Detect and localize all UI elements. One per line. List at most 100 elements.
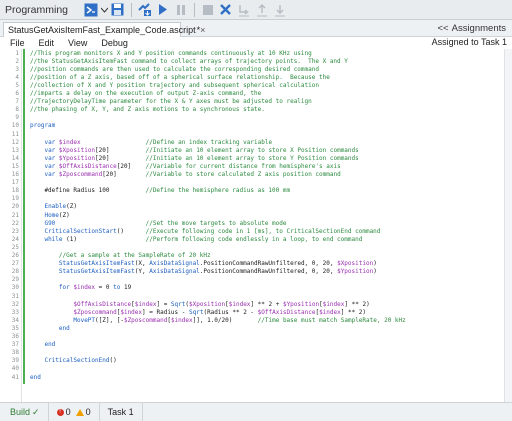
code-line[interactable]: 34 MovePT([Z], [-$Zposcommand[$index]], … <box>0 317 500 325</box>
code-line[interactable]: 31 <box>0 293 500 301</box>
code-line[interactable]: 3 //position commands are then used to ca… <box>0 66 500 74</box>
build-status[interactable]: Build ✓ <box>0 403 49 421</box>
code-line[interactable]: 2 //the StatusGetAxisItemFast command to … <box>0 58 500 66</box>
line-number: 2 <box>15 57 19 65</box>
code-line[interactable]: 12 var $index //Define an index tracking… <box>0 139 500 147</box>
step-in-icon[interactable] <box>235 2 252 18</box>
compile-icon[interactable] <box>82 2 99 18</box>
problems-summary[interactable]: ! 0 0 <box>49 403 100 421</box>
step-over-icon[interactable] <box>253 2 270 18</box>
line-number: 19 <box>11 195 19 203</box>
code-line[interactable]: 23 CriticalSectionStart() //Execute foll… <box>0 228 500 236</box>
step-out-icon[interactable] <box>271 2 288 18</box>
line-number: 18 <box>11 187 19 195</box>
line-text: //the phasing of X, Y, and Z axis motion… <box>30 106 265 114</box>
menu-debug[interactable]: Debug <box>87 38 128 48</box>
code-line[interactable]: 10 program <box>0 122 500 130</box>
toolbar-divider <box>194 2 195 17</box>
line-number: 14 <box>11 154 19 162</box>
menu-edit[interactable]: Edit <box>25 38 55 48</box>
line-text: CriticalSectionStart() //Execute followi… <box>44 227 381 235</box>
assignments-toggle[interactable]: << Assignments <box>438 23 507 34</box>
code-line[interactable]: 19 <box>0 195 500 203</box>
menu-file[interactable]: File <box>0 38 25 48</box>
code-line[interactable]: 28 StatusGetAxisItemFast(Y, AxisDataSign… <box>0 268 500 276</box>
code-line[interactable]: 9 <box>0 114 500 122</box>
code-line[interactable]: 37 end <box>0 341 500 349</box>
line-number: 32 <box>11 300 19 308</box>
error-icon: ! <box>56 408 64 416</box>
save-icon[interactable] <box>109 2 126 18</box>
line-number: 39 <box>11 357 19 365</box>
code-line[interactable]: 11 <box>0 131 500 139</box>
code-line[interactable]: 26 //Get a sample at the SampleRate of 2… <box>0 252 500 260</box>
line-text: var $index //Define an index tracking va… <box>44 138 273 146</box>
task-status[interactable]: Task 1 <box>100 403 143 421</box>
stop-icon[interactable] <box>199 2 216 18</box>
code-line[interactable]: 16 var $Zposcommand[20] //Variable to st… <box>0 171 500 179</box>
line-number: 17 <box>11 179 19 187</box>
code-line[interactable]: 20 Enable(Z) <box>0 203 500 211</box>
line-text: $Zposcommand[$index] = Radius - Sqrt(Rad… <box>73 308 367 316</box>
line-number: 26 <box>11 252 19 259</box>
code-line[interactable]: 7 //TrajectoryDelayTime parameter for the… <box>0 98 500 106</box>
line-text: #define Radius 100 //Define the hemisphe… <box>30 187 291 195</box>
code-line[interactable]: 22 G90 //Set the move targets to absolut… <box>0 220 500 228</box>
abort-icon[interactable] <box>217 2 234 18</box>
code-line[interactable]: 33 $Zposcommand[$index] = Radius - Sqrt(… <box>0 309 500 317</box>
code-line[interactable]: 15 var $OffAxisDistance[20] //Variable f… <box>0 163 500 171</box>
code-line[interactable]: 1 //This program monitors X and Y positio… <box>0 50 500 58</box>
code-line[interactable]: 5 //collection of X and Y position trajec… <box>0 82 500 90</box>
vertical-scrollbar[interactable] <box>504 49 512 402</box>
code-line[interactable]: 39 CriticalSectionEnd() <box>0 357 500 365</box>
pause-icon[interactable] <box>172 2 189 18</box>
line-text: var $Xposition[20] //Initiate an 10 elem… <box>44 146 359 154</box>
line-number: 13 <box>11 146 19 154</box>
line-text: StatusGetAxisItemFast(Y, AxisDataSignal.… <box>58 268 377 276</box>
code-line[interactable]: 27 StatusGetAxisItemFast(X, AxisDataSign… <box>0 260 500 268</box>
code-line[interactable]: 40 <box>0 365 500 373</box>
code-line[interactable]: 38 <box>0 349 500 357</box>
line-number: 31 <box>11 292 19 300</box>
line-number: 37 <box>11 341 19 349</box>
code-line[interactable]: 21 Home(Z) <box>0 212 500 220</box>
line-number: 20 <box>11 203 19 211</box>
code-line[interactable]: 25 <box>0 244 500 252</box>
run-icon[interactable] <box>154 2 171 18</box>
code-line[interactable]: 6 //imparts a delay on the execution of o… <box>0 90 500 98</box>
code-line[interactable]: 18 #define Radius 100 //Define the hemis… <box>0 187 500 195</box>
code-line[interactable]: 13 var $Xposition[20] //Initiate an 10 e… <box>0 147 500 155</box>
line-number: 11 <box>11 130 19 138</box>
code-line[interactable]: 17 <box>0 179 500 187</box>
code-line[interactable]: 14 var $Yposition[20] //Initiate an 10 e… <box>0 155 500 163</box>
line-number: 10 <box>11 122 19 130</box>
code-line[interactable]: 36 <box>0 333 500 341</box>
line-text: $OffAxisDistance[$index] = Sqrt($Xpositi… <box>73 300 370 308</box>
code-line[interactable]: 41 end <box>0 374 500 382</box>
line-text: Home(Z) <box>44 211 70 219</box>
assignments-label: Assignments <box>451 23 506 34</box>
menu-view[interactable]: View <box>54 38 87 48</box>
line-number: 29 <box>11 276 19 284</box>
code-line[interactable]: 30 for $index = 0 to 19 <box>0 284 500 292</box>
line-number: 5 <box>15 81 19 89</box>
code-line[interactable]: 35 end <box>0 325 500 333</box>
line-number: 36 <box>11 333 19 340</box>
code-editor[interactable]: 1 //This program monitors X and Y positio… <box>0 49 504 402</box>
code-line[interactable]: 4 //position of a Z axis, based off of a … <box>0 74 500 82</box>
tab-example-code[interactable]: StatusGetAxisItemFast_Example_Code.ascri… <box>3 22 205 37</box>
line-number: 1 <box>15 49 19 57</box>
chevron-down-icon[interactable] <box>100 2 108 18</box>
code-line[interactable]: 29 <box>0 276 500 284</box>
code-line[interactable]: 24 while (1) //Perform following code en… <box>0 236 500 244</box>
line-text: CriticalSectionEnd() <box>44 357 117 365</box>
line-number: 12 <box>11 138 19 146</box>
close-icon[interactable]: × <box>200 25 205 35</box>
line-number: 28 <box>11 268 19 276</box>
code-line[interactable]: 8 //the phasing of X, Y, and Z axis motio… <box>0 106 500 114</box>
error-count: 0 <box>65 407 71 417</box>
warning-count: 0 <box>85 407 91 417</box>
code-line[interactable]: 32 $OffAxisDistance[$index] = Sqrt($Xpos… <box>0 301 500 309</box>
download-icon[interactable] <box>136 2 153 18</box>
line-number: 40 <box>11 365 19 373</box>
